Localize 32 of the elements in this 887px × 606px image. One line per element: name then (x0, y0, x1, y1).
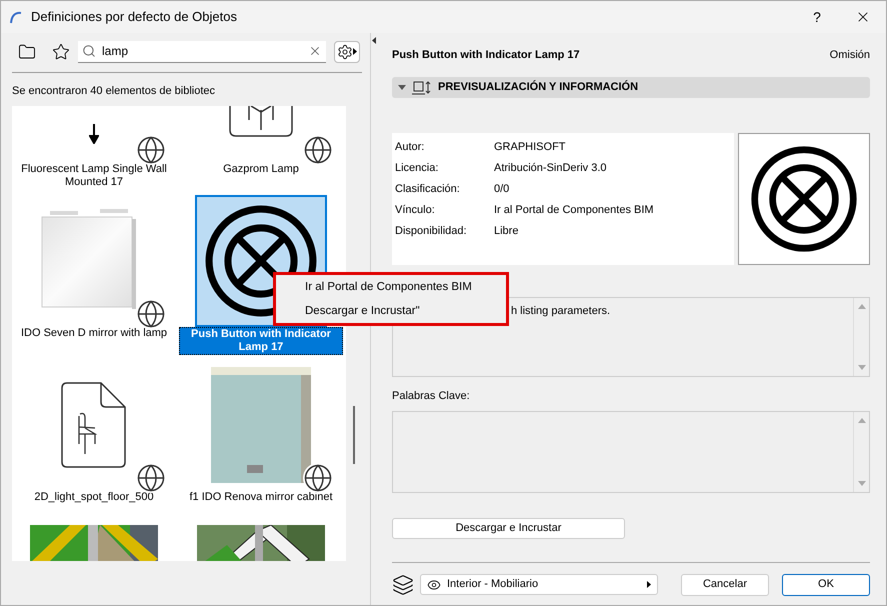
section-header[interactable]: PREVISUALIZACIÓN Y INFORMACIÓN (392, 77, 870, 98)
search-value: lamp (102, 43, 130, 60)
info-label: Disponibilidad: (395, 224, 468, 240)
info-label: Clasificación: (395, 182, 461, 198)
layer-dropdown[interactable]: Interior - Mobiliario (420, 574, 658, 595)
item-label[interactable]: Gazprom Lamp (221, 163, 301, 176)
cancel-button[interactable]: Cancelar (681, 574, 769, 596)
item-label[interactable]: Fluorescent Lamp Single Wall Mounted 17 (12, 163, 176, 189)
info-label: Vínculo: (395, 203, 436, 218)
result-count: Se encontraron 40 elementos de bibliotec (12, 84, 216, 99)
mode-label: Omisión (830, 48, 870, 63)
info-value: 0/0 (494, 182, 510, 198)
item-label[interactable]: f1 IDO Renova mirror cabinet (187, 491, 335, 504)
download-button[interactable]: Descargar e Incrustar (392, 518, 625, 538)
info-value: Ir al Portal de Componentes BIM (494, 203, 654, 218)
description-text: h listing parameters. (511, 304, 610, 319)
menu-item[interactable]: Ir al Portal de Componentes BIM (305, 277, 506, 297)
info-value: Atribución-SinDeriv 3.0 (494, 161, 606, 176)
search-field[interactable]: lamp (78, 40, 326, 62)
ok-button[interactable]: OK (782, 574, 870, 596)
window-title: Definiciones por defecto de Objetos (31, 8, 237, 26)
keywords-label: Palabras Clave: (392, 389, 471, 404)
info-value: Libre (494, 224, 518, 240)
object-title: Push Button with Indicator Lamp 17 (392, 48, 580, 63)
help-button[interactable]: ? (794, 1, 840, 33)
item-label[interactable]: Push Button with Indicator Lamp 17 (179, 327, 343, 355)
menu-item[interactable]: Descargar e Incrustar" (305, 301, 506, 321)
item-label[interactable]: 2D_light_spot_floor_500 (32, 491, 156, 504)
item-label[interactable]: IDO Seven D mirror with lamp (18, 327, 170, 340)
info-label: Licencia: (395, 161, 440, 176)
info-value: GRAPHISOFT (494, 140, 566, 156)
info-label: Autor: (395, 140, 426, 156)
